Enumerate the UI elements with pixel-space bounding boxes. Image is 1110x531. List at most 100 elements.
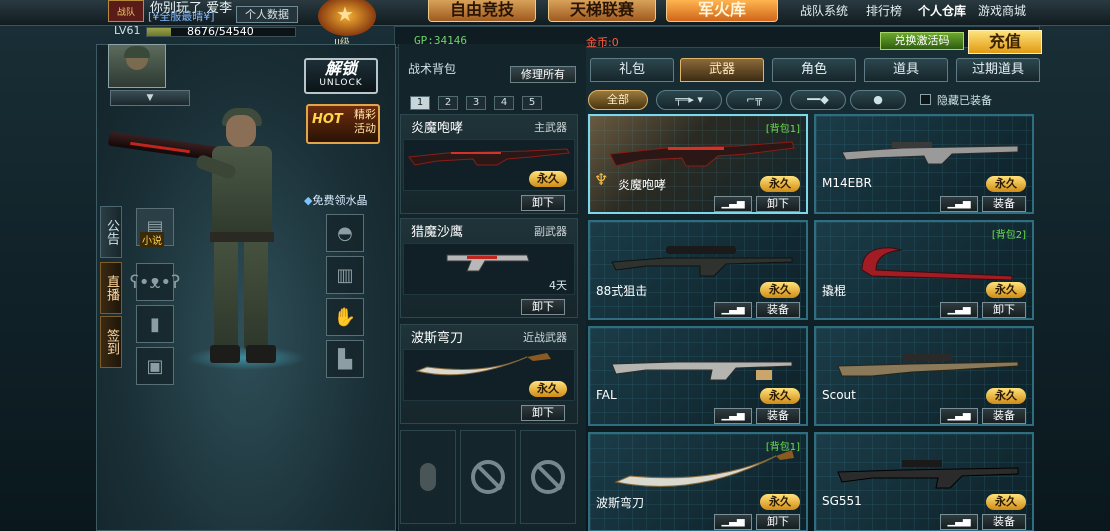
unequip-button[interactable]: 卸下: [521, 405, 565, 421]
equip-toggle-button[interactable]: 卸下: [756, 196, 800, 212]
equipped-secondary-card[interactable]: 猎魔沙鹰 副武器 4天 卸下: [400, 218, 578, 318]
unequip-button[interactable]: 卸下: [521, 299, 565, 315]
equipped-primary-card[interactable]: 炎魔咆哮 主武器 永久 卸下: [400, 114, 578, 214]
equip-toggle-button[interactable]: 装备: [982, 514, 1026, 530]
link-game-store[interactable]: 游戏商城: [978, 2, 1026, 19]
bag-number-1[interactable]: 1: [410, 96, 430, 110]
stats-button[interactable]: ▁▃▅: [940, 302, 978, 318]
link-clan-system[interactable]: 战队系统: [800, 2, 848, 19]
side-tab-live[interactable]: 直播: [100, 262, 122, 314]
weapon-card[interactable]: [背包2] 撬棍 永久 ▁▃▅ 卸下: [814, 220, 1034, 320]
side-tab-checkin[interactable]: 签到: [100, 316, 122, 368]
profile-button[interactable]: 个人数据: [236, 6, 298, 23]
stats-button[interactable]: ▁▃▅: [714, 408, 752, 424]
bag-number-5[interactable]: 5: [522, 96, 542, 110]
bag-number-3[interactable]: 3: [466, 96, 486, 110]
weapon-card[interactable]: M14EBR 永久 ▁▃▅ 装备: [814, 114, 1034, 214]
redeem-code-button[interactable]: 兑换激活码: [880, 32, 964, 50]
hide-equipped-toggle[interactable]: 隐藏已装备: [920, 92, 992, 108]
weapon-name: 炎魔咆哮: [618, 178, 667, 192]
character-leg-right: [244, 240, 268, 350]
filter-grenade[interactable]: ●: [850, 90, 906, 110]
nav-tab-ladder[interactable]: 天梯联赛: [548, 0, 656, 22]
equip-toggle-button[interactable]: 卸下: [982, 302, 1026, 318]
pistol-icon: ⌐╦: [746, 93, 762, 106]
tab-weapons[interactable]: 武器: [680, 58, 764, 82]
weapon-image: [611, 246, 793, 277]
stats-bars-icon: ▁▃▅: [947, 410, 971, 421]
pouch-slot[interactable]: ▣: [136, 347, 174, 385]
stats-bars-icon: ▁▃▅: [721, 410, 745, 421]
unequip-button[interactable]: 卸下: [521, 195, 565, 211]
stats-button[interactable]: ▁▃▅: [940, 408, 978, 424]
filter-rifle[interactable]: ╤═▸ ▾: [656, 90, 722, 110]
no-entry-icon: [531, 460, 565, 494]
character-belt: [210, 232, 274, 242]
weapon-card[interactable]: ♆ [背包1] 炎魔咆哮 永久 ▁▃▅ 卸下: [588, 114, 808, 214]
stats-button[interactable]: ▁▃▅: [714, 514, 752, 530]
permanent-badge: 永久: [760, 176, 800, 192]
equip-toggle-button[interactable]: 装备: [982, 196, 1026, 212]
filter-all[interactable]: 全部: [588, 90, 648, 110]
teddy-bear-icon: ʕ•ᴥ•ʔ: [129, 271, 181, 293]
bear-slot[interactable]: ʕ•ᴥ•ʔ: [130, 263, 180, 301]
hot-tag: HOT: [312, 112, 343, 127]
permanent-badge: 永久: [760, 494, 800, 510]
side-tab-notice[interactable]: 公告: [100, 206, 122, 258]
equip-toggle-button[interactable]: 卸下: [756, 514, 800, 530]
boots-slot[interactable]: ▙: [326, 340, 364, 378]
hot-events-button[interactable]: HOT 精彩活动: [306, 104, 380, 144]
weapon-card[interactable]: [背包1] 波斯弯刀 永久 ▁▃▅ 卸下: [588, 432, 808, 531]
gloves-slot[interactable]: ✋: [326, 298, 364, 336]
unlock-label: 解锁: [324, 59, 357, 78]
empty-slot[interactable]: [460, 430, 516, 524]
equip-toggle-button[interactable]: 装备: [982, 408, 1026, 424]
tab-packages[interactable]: 礼包: [590, 58, 674, 82]
link-personal-storage[interactable]: 个人仓库: [918, 2, 966, 19]
bag-number-4[interactable]: 4: [494, 96, 514, 110]
recharge-button[interactable]: 充值: [968, 30, 1042, 54]
weapon-card[interactable]: Scout 永久 ▁▃▅ 装备: [814, 326, 1034, 426]
stats-button[interactable]: ▁▃▅: [940, 514, 978, 530]
hide-equipped-checkbox[interactable]: [920, 94, 931, 105]
weapon-name: 撬棍: [822, 284, 847, 298]
bag-number-2[interactable]: 2: [438, 96, 458, 110]
equip-toggle-button[interactable]: 装备: [756, 302, 800, 318]
tab-items[interactable]: 道具: [864, 58, 948, 82]
pouch-icon: ▣: [146, 355, 164, 377]
days-remaining: 4天: [549, 279, 567, 292]
avatar-dropdown-icon[interactable]: ▼: [110, 90, 190, 106]
unlock-button[interactable]: 解锁 UNLOCK: [304, 58, 378, 94]
equip-toggle-button[interactable]: 装备: [756, 408, 800, 424]
permanent-badge: 永久: [986, 176, 1026, 192]
tactical-bag-title: 战术背包: [408, 62, 457, 76]
equipped-melee-card[interactable]: 波斯弯刀 近战武器 永久 卸下: [400, 324, 578, 424]
weapon-card[interactable]: SG551 永久 ▁▃▅ 装备: [814, 432, 1034, 531]
tab-expired-items[interactable]: 过期道具: [956, 58, 1040, 82]
tab-characters[interactable]: 角色: [772, 58, 856, 82]
stats-bars-icon: ▁▃▅: [721, 198, 745, 209]
character-head: [226, 115, 256, 147]
weapon-card[interactable]: 88式狙击 永久 ▁▃▅ 装备: [588, 220, 808, 320]
stats-button[interactable]: ▁▃▅: [714, 302, 752, 318]
weapon-name: M14EBR: [822, 176, 872, 190]
bag-tag: [背包2]: [991, 230, 1026, 241]
grenade-slot[interactable]: [400, 430, 456, 524]
filter-melee[interactable]: ━━◆: [790, 90, 846, 110]
weapon-image: [611, 361, 793, 381]
weapon-card[interactable]: FAL 永久 ▁▃▅ 装备: [588, 326, 808, 426]
flashlight-slot[interactable]: ▮: [136, 305, 174, 343]
nav-tab-armory[interactable]: 军火库: [666, 0, 778, 22]
vest-slot[interactable]: ▥: [326, 256, 364, 294]
equipped-weapon-name: 猎魔沙鹰: [411, 225, 464, 240]
empty-slot[interactable]: [520, 430, 576, 524]
filter-pistol[interactable]: ⌐╦: [726, 90, 782, 110]
helmet-slot[interactable]: ◓: [326, 214, 364, 252]
free-crystal-link[interactable]: ◆免费领水晶: [304, 192, 367, 208]
xp-bar-fill: [147, 28, 171, 36]
stats-button[interactable]: ▁▃▅: [714, 196, 752, 212]
nav-tab-free-battle[interactable]: 自由竞技: [428, 0, 536, 22]
repair-all-button[interactable]: 修理所有: [510, 66, 576, 83]
link-leaderboard[interactable]: 排行榜: [866, 2, 902, 19]
stats-button[interactable]: ▁▃▅: [940, 196, 978, 212]
